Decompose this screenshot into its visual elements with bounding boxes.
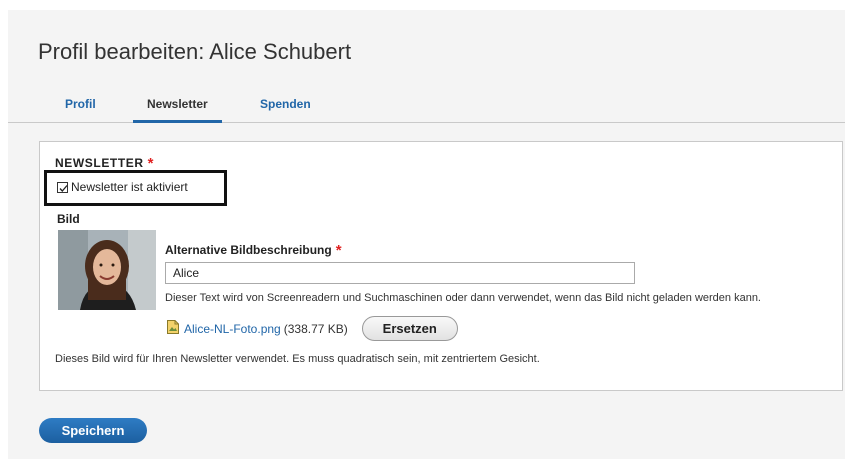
image-help-text: Dieses Bild wird für Ihren Newsletter ve… <box>55 353 540 365</box>
newsletter-panel: NEWSLETTER * Newsletter ist aktiviert Bil… <box>39 141 843 391</box>
tab-bar: Profil Newsletter Spenden <box>8 96 845 123</box>
file-row: Alice-NL-Foto.png (338.77 KB) Ersetzen <box>167 316 458 341</box>
tab-spenden[interactable]: Spenden <box>260 96 311 120</box>
alt-text-label: Alternative Bildbeschreibung * <box>165 242 342 259</box>
alt-text-input[interactable] <box>165 262 635 284</box>
page-container: Profil bearbeiten: Alice Schubert Profil… <box>8 10 845 459</box>
checkbox-checked-icon[interactable] <box>57 181 68 193</box>
replace-button[interactable]: Ersetzen <box>361 316 458 341</box>
image-label: Bild <box>57 212 80 226</box>
file-size: (338.77 KB) <box>283 321 348 336</box>
checkbox-label: Newsletter ist aktiviert <box>71 180 188 194</box>
tab-newsletter[interactable]: Newsletter <box>133 96 222 123</box>
newsletter-active-checkbox[interactable]: Newsletter ist aktiviert <box>57 180 188 194</box>
image-file-icon <box>167 320 179 337</box>
tab-profil[interactable]: Profil <box>65 96 96 120</box>
alt-text-label-text: Alternative Bildbeschreibung <box>165 243 332 257</box>
page-title: Profil bearbeiten: Alice Schubert <box>38 39 352 64</box>
required-marker: * <box>335 242 342 259</box>
section-title-label: NEWSLETTER <box>55 156 144 170</box>
file-link[interactable]: Alice-NL-Foto.png <box>184 322 281 336</box>
profile-photo <box>58 230 156 310</box>
alt-text-description: Dieser Text wird von Screenreadern und S… <box>165 292 761 304</box>
save-button[interactable]: Speichern <box>39 418 147 443</box>
